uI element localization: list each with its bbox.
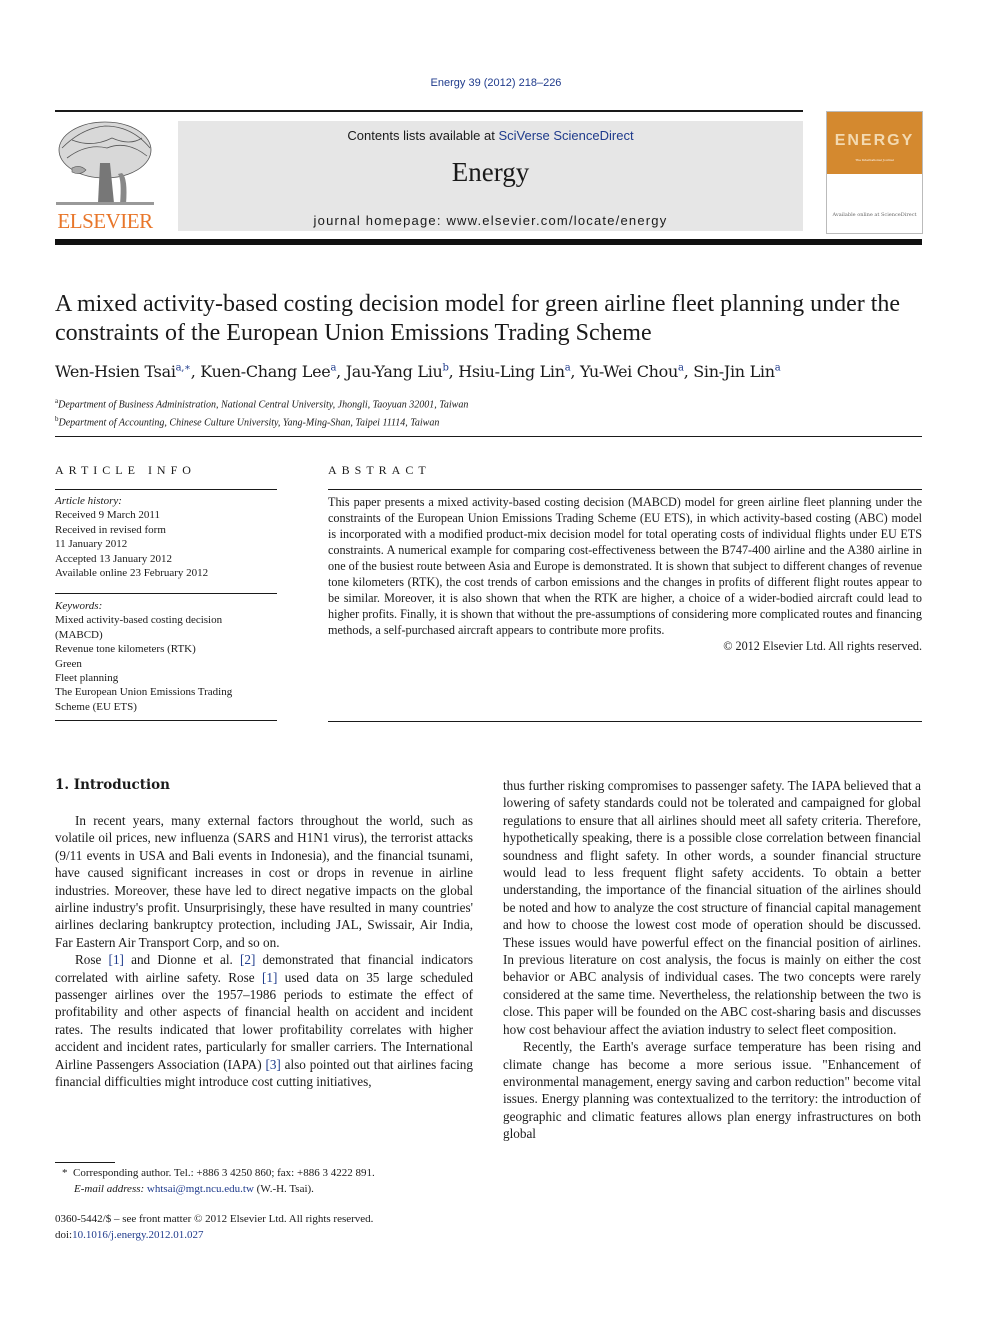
keyword: Green (55, 657, 82, 670)
affiliation: aDepartment of Business Administration, … (55, 397, 469, 411)
body-column-right: thus further risking compromises to pass… (503, 777, 921, 1143)
reference-link[interactable]: [1] (262, 970, 277, 985)
author-affiliation-mark: a,∗ (175, 362, 191, 374)
abstract-body: This paper presents a mixed activity-bas… (328, 494, 922, 654)
header-thick-rule (55, 239, 922, 245)
divider (328, 489, 922, 490)
article-info-heading: ARTICLE INFO (55, 463, 196, 477)
elsevier-tree-icon (56, 121, 154, 205)
keywords-label: Keywords: (55, 600, 103, 612)
cover-subtitle: The International Journal (855, 158, 894, 162)
doi-line: doi:10.1016/j.energy.2012.01.027 (55, 1229, 204, 1241)
contents-prefix: Contents lists available at (347, 128, 499, 143)
issn-doi-block: 0360-5442/$ – see front matter © 2012 El… (55, 1211, 373, 1243)
divider (55, 720, 277, 721)
author[interactable]: Sin-Jin Lina (693, 362, 780, 381)
corresponding-author-footnote: * Corresponding author. Tel.: +886 3 425… (62, 1165, 375, 1197)
journal-citation[interactable]: Energy 39 (2012) 218–226 (0, 77, 992, 89)
issn-line: 0360-5442/$ – see front matter © 2012 El… (55, 1213, 374, 1225)
divider (328, 721, 922, 722)
reference-link[interactable]: [2] (240, 952, 255, 967)
sciencedirect-link[interactable]: SciVerse ScienceDirect (498, 128, 633, 143)
history-item: Received in revised form (55, 523, 166, 536)
history-item: 11 January 2012 (55, 538, 128, 551)
paragraph: thus further risking compromises to pass… (503, 778, 921, 1037)
author[interactable]: Wen-Hsien Tsaia,∗ (55, 362, 191, 381)
author-affiliation-mark: a (774, 362, 781, 374)
body-column-left: In recent years, many external factors t… (55, 812, 473, 1091)
keywords: Keywords: Mixed activity-based costing d… (55, 599, 277, 714)
homepage-prefix: journal homepage: (313, 213, 447, 228)
cover-banner: ENERGY The International Journal (827, 112, 922, 174)
history-label: Article history: (55, 495, 122, 507)
history-item: Received 9 March 2011 (55, 509, 160, 522)
cover-footer: Available online at ScienceDirect (832, 212, 917, 218)
paragraph: Recently, the Earth's average surface te… (503, 1039, 921, 1142)
author[interactable]: Jau-Yang Liub (346, 362, 449, 381)
abstract-copyright: © 2012 Elsevier Ltd. All rights reserved… (723, 639, 922, 653)
author-list: Wen-Hsien Tsaia,∗, Kuen-Chang Leea, Jau-… (55, 362, 781, 381)
journal-header-box: Contents lists available at SciVerse Sci… (178, 121, 803, 231)
author-affiliation-mark: a (330, 362, 337, 374)
email-link[interactable]: whtsai@mgt.ncu.edu.tw (147, 1183, 254, 1195)
keyword: Fleet planning (55, 672, 119, 685)
journal-name: Energy (451, 157, 530, 187)
paragraph: Rose [1] and Dionne et al. [2] demonstra… (55, 952, 474, 1090)
reference-link[interactable]: [1] (109, 952, 124, 967)
elsevier-wordmark: ELSEVIER (57, 209, 153, 233)
reference-link[interactable]: [3] (265, 1057, 280, 1072)
header-top-rule (55, 110, 803, 112)
history-item: Available online 23 February 2012 (55, 567, 209, 580)
article-history: Article history: Received 9 March 2011 R… (55, 494, 277, 580)
affiliations: aDepartment of Business Administration, … (55, 394, 935, 431)
divider (55, 436, 922, 437)
author-affiliation-mark: a (564, 362, 571, 374)
cover-title: ENERGY (834, 132, 915, 149)
footnote-rule (55, 1162, 115, 1163)
journal-cover-thumbnail[interactable]: ENERGY The International Journal Availab… (826, 111, 923, 234)
footnote-email: E-mail address: whtsai@mgt.ncu.edu.tw (W… (74, 1183, 314, 1195)
affiliation: bDepartment of Accounting, Chinese Cultu… (55, 415, 440, 429)
author[interactable]: Kuen-Chang Leea (200, 362, 336, 381)
journal-homepage: journal homepage: www.elsevier.com/locat… (178, 213, 803, 228)
divider (55, 489, 277, 490)
doi-link[interactable]: 10.1016/j.energy.2012.01.027 (72, 1229, 203, 1241)
author[interactable]: Yu-Wei Choua (580, 362, 684, 381)
abstract-heading: ABSTRACT (328, 463, 431, 477)
article-title: A mixed activity-based costing decision … (55, 291, 901, 346)
keyword: The European Union Emissions Trading (55, 686, 233, 699)
author[interactable]: Hsiu-Ling Lina (458, 362, 570, 381)
paragraph: In recent years, many external factors t… (55, 813, 473, 950)
elsevier-logo[interactable]: ELSEVIER (52, 118, 158, 234)
abstract-text: This paper presents a mixed activity-bas… (328, 495, 922, 637)
footnote-contact: * Corresponding author. Tel.: +886 3 425… (62, 1167, 375, 1179)
divider (55, 593, 277, 594)
section-heading-introduction: 1. Introduction (55, 777, 170, 793)
contents-line: Contents lists available at SciVerse Sci… (178, 128, 803, 143)
author-affiliation-mark: a (678, 362, 684, 374)
citation-link[interactable]: Energy 39 (2012) 218–226 (431, 77, 562, 89)
author-affiliation-mark: b (442, 362, 449, 374)
history-item: Accepted 13 January 2012 (55, 552, 172, 565)
keyword: Revenue tone kilometers (RTK) (55, 643, 196, 656)
keyword: (MABCD) (55, 628, 103, 641)
keyword: Mixed activity-based costing decision (55, 614, 223, 627)
homepage-url[interactable]: www.elsevier.com/locate/energy (446, 213, 667, 228)
keyword: Scheme (EU ETS) (55, 700, 137, 713)
